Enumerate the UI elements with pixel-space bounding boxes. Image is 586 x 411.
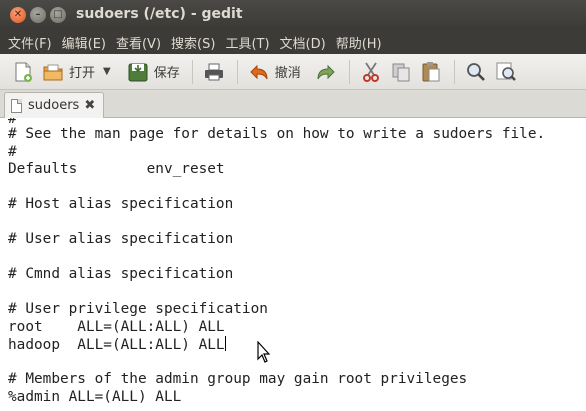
save-button[interactable]: 保存 [127, 61, 180, 83]
find-replace-button[interactable] [495, 61, 517, 83]
toolbar-separator [236, 59, 238, 84]
close-window-button[interactable]: ✕ [10, 7, 26, 23]
find-button[interactable] [465, 61, 487, 83]
document-tab-bar: sudoers ✖ [0, 90, 586, 118]
tab-sudoers[interactable]: sudoers ✖ [4, 92, 104, 118]
new-document-icon [12, 61, 34, 83]
menu-search[interactable]: 搜索(S) [171, 33, 215, 52]
undo-arrow-icon [248, 61, 270, 83]
code-line: # User privilege specification [8, 301, 268, 317]
menu-file[interactable]: 文件(F) [8, 33, 52, 52]
copy-button[interactable] [390, 61, 412, 83]
toolbar-separator [191, 59, 193, 84]
cut-button[interactable] [360, 61, 382, 83]
save-label: 保存 [153, 66, 180, 81]
new-button[interactable] [12, 61, 34, 83]
code-line: # Host alias specification [8, 196, 234, 212]
open-label: 打开 [69, 66, 96, 81]
menu-documents[interactable]: 文档(D) [280, 33, 326, 52]
menu-help[interactable]: 帮助(H) [336, 33, 382, 52]
redo-arrow-icon [315, 61, 337, 83]
maximize-window-button[interactable]: □ [50, 7, 66, 23]
toolbar-separator [453, 59, 455, 84]
menu-edit[interactable]: 编辑(E) [62, 33, 106, 52]
code-line: %admin ALL=(ALL) ALL [8, 389, 182, 405]
menu-bar: 文件(F) 编辑(E) 查看(V) 搜索(S) 工具(T) 文档(D) 帮助(H… [0, 30, 586, 54]
open-folder-icon [42, 61, 64, 83]
text-caret [224, 336, 226, 351]
undo-label: 撤消 [274, 66, 301, 81]
save-icon [127, 61, 149, 83]
code-line: # User alias specification [8, 231, 234, 247]
code-line: # See the man page for details on how to… [8, 126, 546, 142]
code-line: # Members of the admin group may gain ro… [8, 371, 468, 387]
text-document-icon [11, 98, 22, 113]
toolbar: 打开 ▼ 保存 撤消 [0, 54, 586, 90]
code-line: # Cmnd alias specification [8, 266, 234, 282]
paste-clipboard-icon [420, 61, 442, 83]
redo-button[interactable] [315, 61, 337, 83]
code-line: root ALL=(ALL:ALL) ALL [8, 319, 225, 335]
tab-title: sudoers [28, 98, 80, 113]
print-button[interactable] [203, 61, 225, 83]
window-title: sudoers (/etc) - gedit [76, 6, 243, 22]
copy-icon [390, 61, 412, 83]
undo-button[interactable]: 撤消 [248, 61, 301, 83]
title-bar: ✕ – □ sudoers (/etc) - gedit [0, 0, 586, 30]
scissors-icon [360, 61, 382, 83]
toolbar-separator [348, 59, 350, 84]
search-icon [465, 61, 487, 83]
mouse-pointer-icon [257, 341, 270, 363]
menu-tools[interactable]: 工具(T) [225, 33, 269, 52]
active-line-text: hadoop ALL=(ALL:ALL) ALL [8, 337, 225, 353]
printer-icon [203, 61, 225, 83]
open-recent-dropdown[interactable]: ▼ [103, 66, 111, 77]
code-line: # [8, 144, 17, 160]
open-button[interactable]: 打开 [42, 61, 95, 83]
chevron-down-icon: ▼ [103, 66, 111, 77]
text-editor[interactable]: # # See the man page for details on how … [0, 118, 586, 411]
menu-view[interactable]: 查看(V) [116, 33, 161, 52]
close-tab-icon[interactable]: ✖ [84, 98, 95, 113]
paste-button[interactable] [420, 61, 442, 83]
code-line: Defaults env_reset [8, 161, 225, 177]
minimize-window-button[interactable]: – [30, 7, 46, 23]
code-line-active: hadoop ALL=(ALL:ALL) ALL [8, 336, 226, 354]
find-replace-icon [495, 61, 517, 83]
